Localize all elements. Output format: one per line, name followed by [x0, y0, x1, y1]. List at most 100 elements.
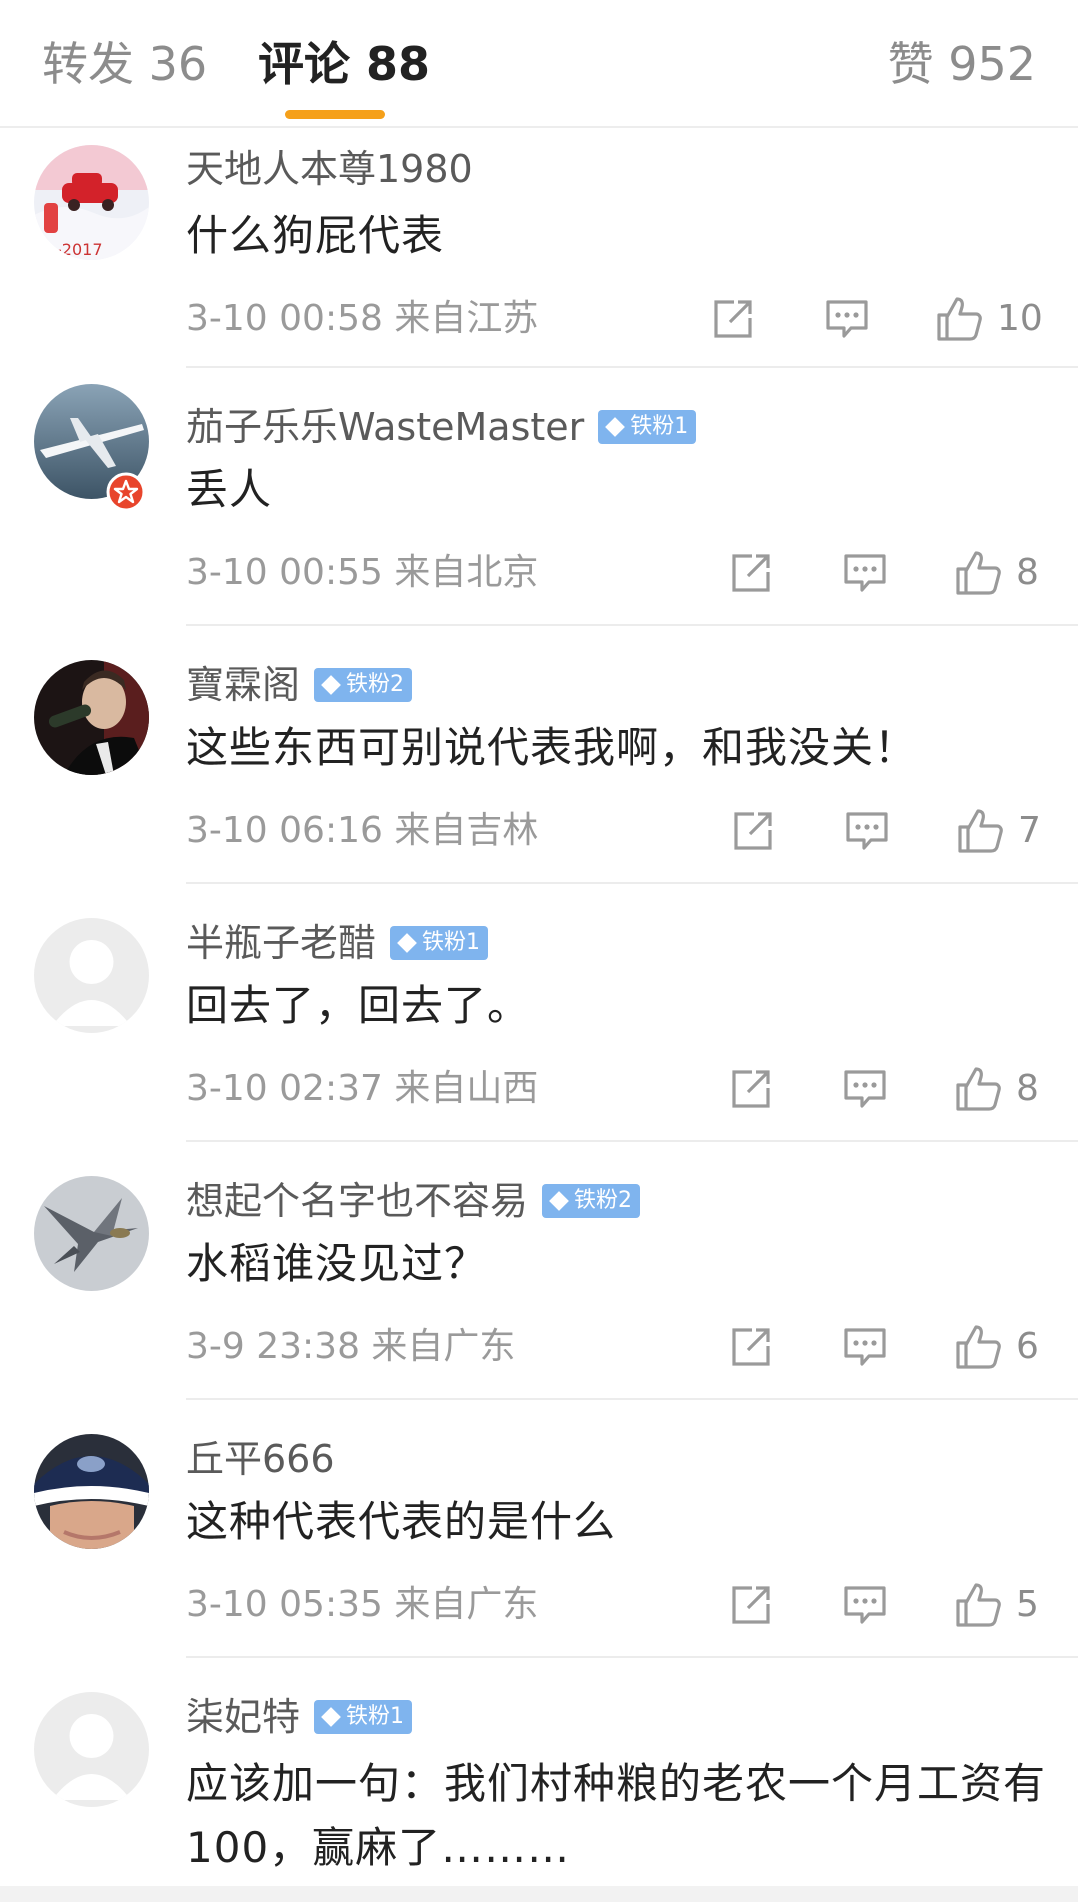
author-name[interactable]: 柒妃特 [186, 1692, 300, 1742]
like-button[interactable]: 8 [954, 546, 1039, 600]
share-button[interactable] [710, 292, 756, 346]
author-name[interactable]: 半瓶子老醋 [186, 918, 376, 968]
comment-item: -2017 天地人本尊1980 什么狗屁代表 3-10 00:58 来自江苏 1… [0, 128, 1078, 368]
thumbs-up-icon [956, 1583, 1001, 1627]
comment-item: 柒妃特 铁粉1 应该加一句：我们村种粮的老农一个月工资有100，赢麻了……… [0, 1658, 1078, 1878]
like-count: 8 [1016, 1068, 1039, 1109]
like-count: 6 [1016, 1326, 1039, 1367]
fan-badge: 铁粉1 [598, 410, 697, 444]
comment-meta: 3-10 06:16 来自吉林 [186, 810, 539, 851]
tab-comments[interactable]: 评论 88 [258, 36, 430, 92]
comment-text: 水稻谁没见过？ [186, 1239, 488, 1288]
comment-tabs: 转发 36 评论 88 赞 952 [0, 0, 1078, 128]
avatar[interactable] [34, 918, 149, 1033]
comment-icon [844, 1586, 886, 1624]
share-icon [732, 1586, 770, 1624]
avatar[interactable] [34, 1176, 149, 1291]
comment-item: 寶霖阁 铁粉2 这些东西可别说代表我啊，和我没关！ 3-10 06:16 来自吉… [0, 626, 1078, 884]
svg-text:-2017: -2017 [56, 240, 103, 259]
share-icon [732, 1070, 770, 1108]
share-button[interactable] [730, 804, 776, 858]
tab-repost[interactable]: 转发 36 [42, 36, 207, 92]
like-count: 7 [1018, 810, 1041, 851]
active-tab-indicator [285, 110, 385, 119]
author-name[interactable]: 寶霖阁 [186, 660, 300, 710]
fan-badge-label: 铁粉2 [574, 1188, 633, 1213]
fan-badge-label: 铁粉1 [422, 930, 481, 955]
like-button[interactable]: 8 [954, 1062, 1039, 1116]
share-icon [734, 812, 772, 850]
share-button[interactable] [728, 1062, 774, 1116]
comment-icon [844, 554, 886, 592]
reply-button[interactable] [844, 804, 890, 858]
like-count: 10 [997, 298, 1043, 339]
reply-button[interactable] [842, 1062, 888, 1116]
comment-text: 这种代表代表的是什么 [186, 1497, 617, 1546]
like-button[interactable]: 7 [956, 804, 1041, 858]
comment-text: 回去了，回去了。 [186, 981, 531, 1030]
like-button[interactable]: 5 [954, 1578, 1039, 1632]
default-avatar [34, 1692, 149, 1807]
man-drinking-avatar [34, 660, 149, 775]
default-avatar [34, 918, 149, 1033]
thumbs-up-icon [937, 297, 982, 341]
share-button[interactable] [728, 1578, 774, 1632]
comment-text: 这些东西可别说代表我啊，和我没关！ [186, 723, 918, 772]
comment-text: 什么狗屁代表 [186, 211, 445, 260]
fan-badge: 铁粉2 [542, 1184, 641, 1218]
comment-icon [846, 812, 888, 850]
comment-item: 茄子乐乐WasteMaster 铁粉1 丢人 3-10 00:55 来自北京 8 [0, 368, 1078, 626]
comment-meta: 3-10 00:58 来自江苏 [186, 298, 539, 339]
like-button[interactable]: 10 [935, 292, 1043, 346]
comment-text: 丢人 [186, 465, 273, 514]
fan-badge-label: 铁粉1 [346, 1704, 405, 1729]
reply-button[interactable] [824, 292, 870, 346]
red-car-snow-avatar: -2017 [34, 145, 149, 260]
tab-likes[interactable]: 赞 952 [888, 36, 1036, 92]
verified-badge-icon [106, 472, 146, 512]
share-button[interactable] [728, 546, 774, 600]
thumbs-up-icon [956, 1325, 1001, 1369]
avatar[interactable] [34, 1434, 149, 1549]
like-count: 8 [1016, 552, 1039, 593]
fan-badge-label: 铁粉1 [630, 414, 689, 439]
comment-item: 想起个名字也不容易 铁粉2 水稻谁没见过？ 3-9 23:38 来自广东 6 [0, 1142, 1078, 1400]
reply-button[interactable] [842, 1320, 888, 1374]
reply-button[interactable] [842, 546, 888, 600]
comment-meta: 3-10 00:55 来自北京 [186, 552, 539, 593]
like-button[interactable]: 6 [954, 1320, 1039, 1374]
author-name[interactable]: 天地人本尊1980 [186, 144, 473, 194]
share-icon [732, 1328, 770, 1366]
comment-icon [844, 1328, 886, 1366]
avatar[interactable] [34, 1692, 149, 1807]
comment-item: 半瓶子老醋 铁粉1 回去了，回去了。 3-10 02:37 来自山西 8 [0, 884, 1078, 1142]
reply-button[interactable] [842, 1578, 888, 1632]
cap-avatar [34, 1434, 149, 1549]
comment-icon [844, 1070, 886, 1108]
comment-meta: 3-9 23:38 来自广东 [186, 1326, 516, 1367]
comment-text: 应该加一句：我们村种粮的老农一个月工资有100，赢麻了……… [186, 1759, 1047, 1872]
author-name[interactable]: 丘平666 [186, 1434, 335, 1484]
fan-badge: 铁粉1 [390, 926, 489, 960]
avatar[interactable]: -2017 [34, 145, 149, 260]
author-name[interactable]: 想起个名字也不容易 [186, 1176, 528, 1226]
comment-meta: 3-10 02:37 来自山西 [186, 1068, 539, 1109]
diamond-icon [549, 1191, 569, 1211]
fan-badge-label: 铁粉2 [346, 672, 405, 697]
diamond-icon [605, 417, 626, 437]
share-button[interactable] [728, 1320, 774, 1374]
thumbs-up-icon [956, 551, 1001, 595]
diamond-icon [321, 1707, 341, 1727]
thumbs-up-icon [958, 809, 1003, 853]
fighter-jet-avatar [34, 1176, 149, 1291]
fan-badge: 铁粉2 [314, 668, 413, 702]
comment-item: 丘平666 这种代表代表的是什么 3-10 05:35 来自广东 5 [0, 1400, 1078, 1658]
author-name[interactable]: 茄子乐乐WasteMaster [186, 402, 584, 452]
share-icon [714, 300, 752, 338]
diamond-icon [397, 933, 417, 953]
diamond-icon [321, 675, 341, 695]
avatar[interactable] [34, 660, 149, 775]
bottom-edge [0, 1886, 1078, 1902]
thumbs-up-icon [956, 1067, 1001, 1111]
share-icon [732, 554, 770, 592]
